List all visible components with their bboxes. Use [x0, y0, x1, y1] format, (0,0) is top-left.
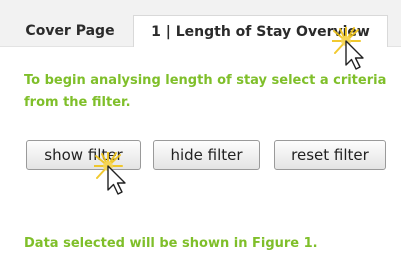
- tab-cover-page[interactable]: Cover Page: [10, 16, 130, 46]
- tab-label: Cover Page: [25, 23, 115, 39]
- hide-filter-button[interactable]: hide filter: [153, 140, 260, 170]
- reset-filter-button[interactable]: reset filter: [274, 140, 386, 170]
- mouse-pointer-icon: [94, 152, 138, 196]
- figure-note-text: Data selected will be shown in Figure 1.: [24, 236, 318, 251]
- instruction-text: To begin analysing length of stay select…: [24, 73, 387, 110]
- mouse-pointer-icon: [332, 27, 376, 71]
